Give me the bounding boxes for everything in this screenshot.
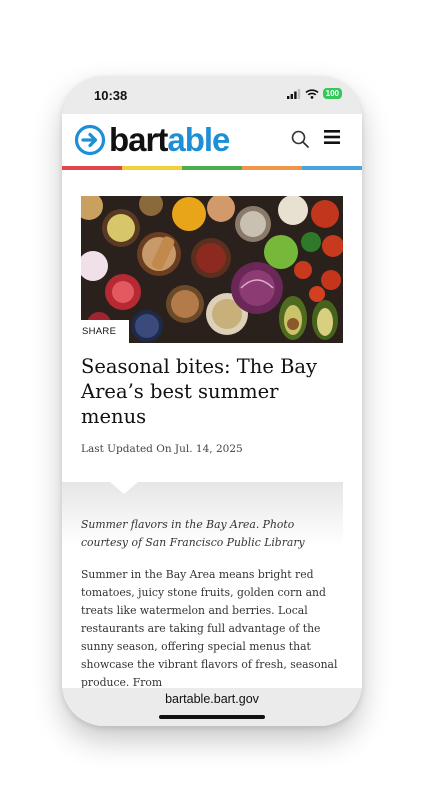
wifi-icon [305,88,319,99]
status-bar: 10:38 100 [62,76,362,114]
last-updated: Last Updated On Jul. 14, 2025 [81,443,243,455]
logo-text-bart: bart [109,121,168,158]
home-indicator[interactable] [159,715,265,719]
image-caption: Summer flavors in the Bay Area. Photo co… [81,518,305,549]
browser-viewport[interactable]: bart able SHARE Seasonal bites: The Bay … [62,114,362,688]
signal-icon [286,88,300,99]
color-stripe [62,166,362,170]
address-bar-url[interactable]: bartable.bart.gov [62,692,362,706]
bartable-logo[interactable]: bart able [74,121,230,158]
search-icon[interactable] [290,129,310,149]
battery-icon: 100 [322,88,342,99]
caption-notch [110,482,138,494]
status-time: 10:38 [94,88,128,103]
arrow-circle-icon [74,124,106,156]
status-icons: 100 [286,88,342,99]
site-header: bart able [62,114,362,166]
article-body: Summer in the Bay Area means bright red … [81,568,338,688]
hero-image: SHARE [81,196,343,343]
article-title: Seasonal bites: The Bay Area’s best summ… [81,355,318,428]
share-label: SHARE [82,326,117,337]
logo-text-able: able [167,121,230,158]
browser-bottom-bar: bartable.bart.gov [62,688,362,726]
menu-icon[interactable] [323,129,341,145]
share-button[interactable]: SHARE [81,320,129,343]
phone-frame: 10:38 100 bart able SHARE Seasonal bites… [62,76,362,726]
